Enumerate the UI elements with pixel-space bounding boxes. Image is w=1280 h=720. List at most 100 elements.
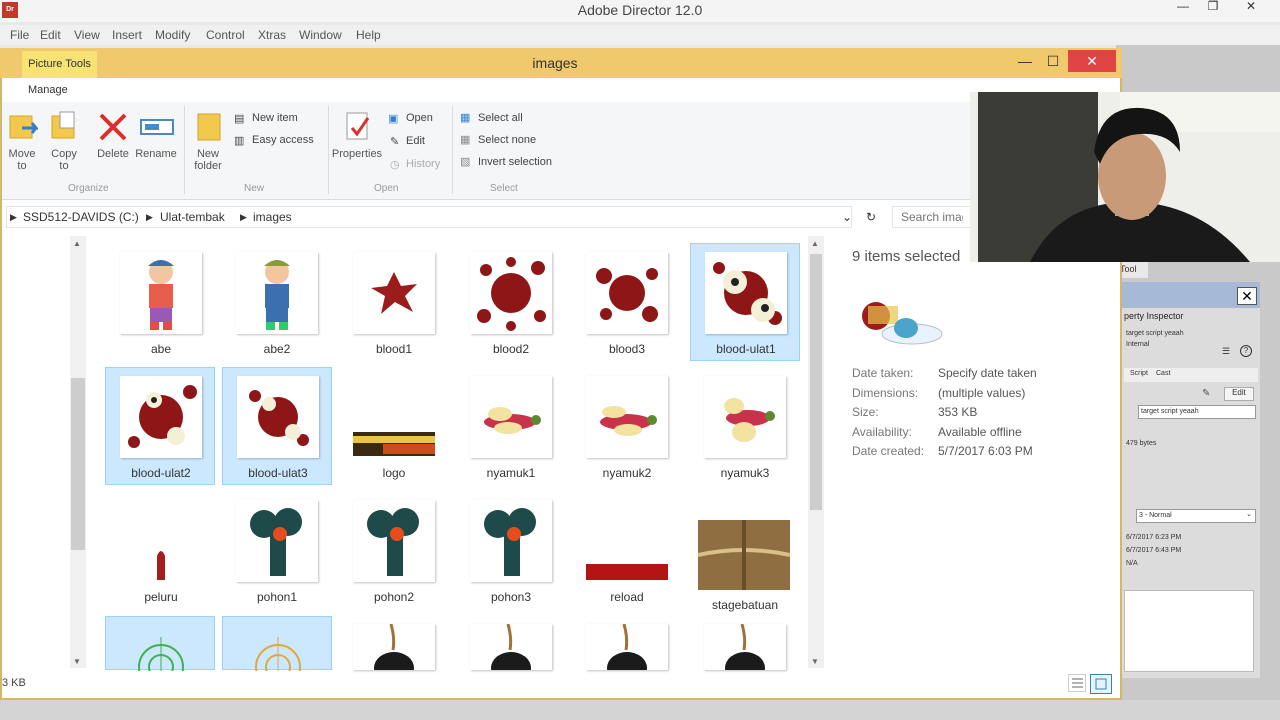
explorer-maximize-button[interactable]: ☐ — [1038, 50, 1068, 72]
file-tile-nyamuk3[interactable]: nyamuk3 — [690, 368, 800, 486]
close-icon[interactable]: ✕ — [1237, 287, 1257, 305]
ink-select[interactable]: 3 - Normal ⌄ — [1136, 509, 1256, 523]
tab-script[interactable]: Script — [1130, 370, 1148, 377]
file-tile-nyamuk2[interactable]: nyamuk2 — [572, 368, 682, 486]
file-tile-ulat1[interactable] — [339, 616, 449, 684]
file-tile-reload[interactable]: reload — [572, 492, 682, 610]
file-tile-stagebatuan[interactable]: stagebatuan — [690, 492, 800, 612]
date-taken-label: Date taken: — [852, 366, 914, 380]
scroll-up-icon[interactable]: ▲ — [73, 239, 81, 248]
file-tile-blood1[interactable]: blood1 — [339, 244, 449, 362]
invert-selection-button[interactable]: Invert selection — [478, 156, 552, 168]
open-button[interactable]: Open — [406, 112, 433, 124]
image-thumbnail — [237, 637, 319, 690]
app-maximize-button[interactable]: ❐ — [1198, 0, 1228, 14]
file-tile-blood-ulat3[interactable]: blood-ulat3 — [222, 367, 332, 485]
delete-button[interactable]: Delete — [94, 148, 132, 160]
select-none-icon: ▦ — [460, 134, 471, 146]
image-thumbnail — [120, 500, 202, 582]
menu-edit[interactable]: Edit — [40, 28, 61, 42]
menu-window[interactable]: Window — [299, 28, 342, 42]
new-folder-button[interactable]: New folder — [188, 148, 228, 172]
menu-control[interactable]: Control — [206, 28, 245, 42]
edit-script-button[interactable]: Edit — [1224, 387, 1254, 401]
comments-field[interactable] — [1124, 590, 1254, 672]
chevron-down-icon[interactable]: ⌄ — [842, 210, 852, 224]
breadcrumb-current[interactable]: images — [253, 210, 292, 224]
app-close-button[interactable]: ✕ — [1236, 0, 1266, 14]
image-thumbnail — [236, 252, 318, 334]
file-tile-blood2[interactable]: blood2 — [456, 244, 566, 362]
menu-file[interactable]: File — [10, 28, 29, 42]
refresh-icon[interactable]: ↻ — [866, 210, 876, 224]
breadcrumb-drive[interactable]: SSD512-DAVIDS (C:) — [23, 210, 139, 224]
file-name: peluru — [144, 590, 178, 604]
tool-panel-tab[interactable]: Tool — [1118, 262, 1148, 278]
menu-xtras[interactable]: Xtras — [258, 28, 286, 42]
file-tile-pohon2[interactable]: pohon2 — [339, 492, 449, 610]
scroll-down-icon[interactable]: ▼ — [73, 657, 81, 666]
file-tile-peluru[interactable]: peluru — [106, 492, 216, 610]
file-tile-blood-ulat2[interactable]: blood-ulat2 — [105, 367, 215, 485]
taskbar-strip — [0, 700, 1280, 720]
file-tile-ulat4[interactable] — [690, 616, 800, 684]
help-icon[interactable]: ? — [1240, 345, 1252, 357]
menu-help[interactable]: Help — [356, 28, 381, 42]
selection-preview-thumbnail — [854, 296, 944, 350]
easy-access-button[interactable]: Easy access — [252, 134, 314, 146]
explorer-minimize-button[interactable]: — — [1010, 50, 1040, 72]
file-tile-pohon3[interactable]: pohon3 — [456, 492, 566, 610]
file-name: logo — [382, 466, 406, 480]
member-name: target script yeaah — [1126, 330, 1184, 337]
file-tile-ulat3[interactable] — [572, 616, 682, 684]
scroll-down-icon[interactable]: ▼ — [811, 657, 819, 666]
list-view-icon[interactable]: ☰ — [1222, 346, 1234, 356]
details-view-icon[interactable] — [1068, 674, 1086, 692]
image-thumbnail — [236, 500, 318, 582]
file-tile-target2[interactable] — [222, 616, 332, 690]
copy-to-button[interactable]: Copy to — [46, 148, 82, 172]
search-input[interactable] — [892, 206, 972, 228]
file-tile-nyamuk1[interactable]: nyamuk1 — [456, 368, 566, 486]
move-to-button[interactable]: Move to — [4, 148, 40, 172]
file-tile-abe[interactable]: abe — [106, 244, 216, 362]
invert-selection-icon: ▧ — [460, 156, 471, 168]
edit-button[interactable]: Edit — [406, 135, 425, 147]
select-none-button[interactable]: Select none — [478, 134, 536, 146]
file-tile-abe2[interactable]: abe2 — [222, 244, 332, 362]
menu-modify[interactable]: Modify — [155, 28, 190, 42]
date-created-label: Date created: — [852, 444, 925, 458]
file-tile-pohon1[interactable]: pohon1 — [222, 492, 332, 610]
breadcrumb-folder[interactable]: Ulat-tembak — [160, 210, 225, 224]
explorer-close-button[interactable]: ✕ — [1068, 50, 1116, 72]
member-name-field[interactable]: target script yeaah — [1138, 405, 1256, 419]
history-button[interactable]: History — [406, 158, 440, 170]
file-list-scrollbar-thumb[interactable] — [810, 254, 822, 510]
tab-cast[interactable]: Cast — [1156, 370, 1170, 377]
chevron-right-icon: ▶ — [10, 212, 17, 222]
file-tile-blood-ulat1[interactable]: blood-ulat1 — [690, 243, 800, 361]
file-tile-ulat2[interactable] — [456, 616, 566, 684]
menu-view[interactable]: View — [74, 28, 100, 42]
scroll-up-icon[interactable]: ▲ — [811, 239, 819, 248]
file-tile-blood3[interactable]: blood3 — [572, 244, 682, 362]
date-taken-value[interactable]: Specify date taken — [938, 366, 1037, 380]
file-name: pohon2 — [373, 590, 415, 604]
select-all-button[interactable]: Select all — [478, 112, 523, 124]
file-tile-target1[interactable] — [105, 616, 215, 690]
image-thumbnail — [237, 376, 319, 458]
image-thumbnail — [580, 500, 674, 582]
new-item-button[interactable]: New item — [252, 112, 298, 124]
tab-manage[interactable]: Manage — [28, 84, 68, 96]
navigation-scrollbar-thumb[interactable] — [71, 378, 85, 550]
app-minimize-button[interactable]: — — [1168, 0, 1198, 14]
large-icons-view-icon[interactable] — [1090, 674, 1112, 694]
file-name: pohon3 — [490, 590, 532, 604]
menu-insert[interactable]: Insert — [112, 28, 142, 42]
file-tile-logo[interactable]: logo — [339, 368, 449, 486]
rename-button[interactable]: Rename — [134, 148, 178, 160]
size-label: Size: — [852, 405, 879, 419]
image-thumbnail — [705, 252, 787, 334]
edit-icon: ✎ — [390, 136, 400, 148]
properties-button[interactable]: Properties — [330, 148, 384, 160]
